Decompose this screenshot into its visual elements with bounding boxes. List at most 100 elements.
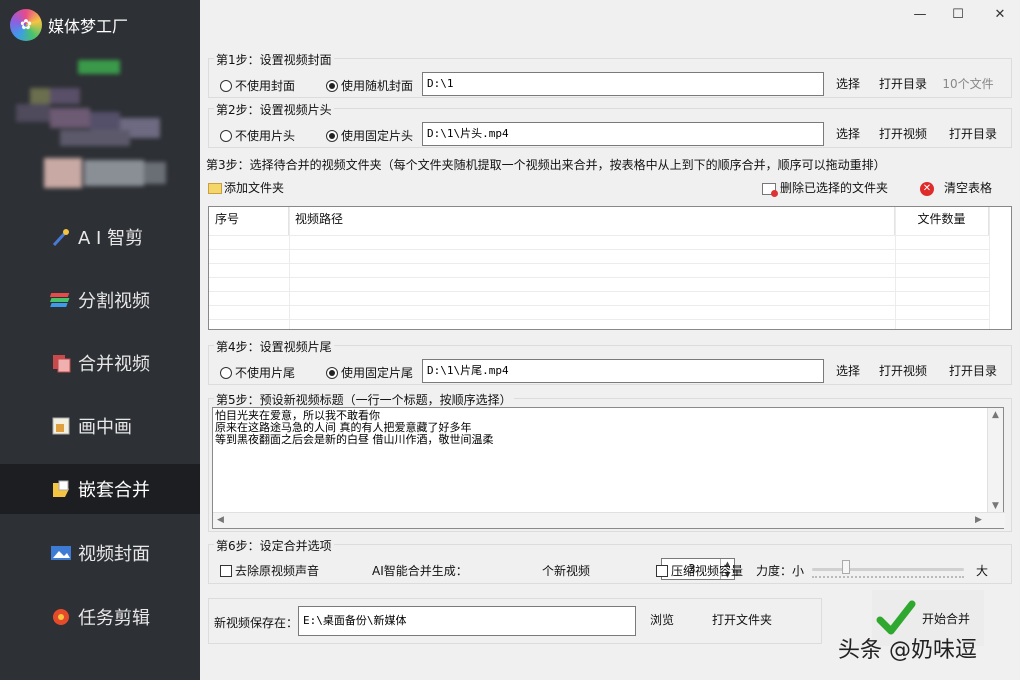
sidebar-item-label: A I 智剪 — [78, 228, 144, 249]
table-row[interactable] — [209, 291, 989, 292]
scroll-left-icon[interactable]: ◀ — [217, 515, 224, 525]
table-row[interactable] — [209, 249, 989, 250]
radio-label: 使用固定片头 — [341, 129, 414, 143]
slider-track — [812, 568, 964, 571]
intro-none-radio[interactable]: 不使用片头 — [220, 127, 295, 144]
scroll-down-icon[interactable]: ▼ — [992, 501, 999, 511]
start-merge-label: 开始合并 — [922, 611, 971, 626]
cover-select-button[interactable]: 选择 — [830, 72, 866, 96]
sidebar-item-ai-cut[interactable]: A I 智剪 — [0, 212, 200, 262]
checkbox-indicator — [220, 564, 232, 577]
strength-slider[interactable] — [812, 560, 964, 580]
ai-wand-icon — [50, 226, 72, 248]
column-header-path[interactable]: 视频路径 — [289, 207, 895, 235]
sidebar-item-pip[interactable]: 画中画 — [0, 401, 200, 451]
sidebar-item-label: 视频封面 — [78, 544, 150, 565]
cover-path-input[interactable]: D:\1 — [422, 72, 824, 96]
radio-label: 不使用封面 — [235, 79, 296, 93]
table-row[interactable] — [209, 305, 989, 306]
add-folder-button[interactable]: 添加文件夹 — [208, 176, 292, 200]
outro-open-dir-button[interactable]: 打开目录 — [944, 359, 1002, 383]
compress-checkbox[interactable]: 压缩视频容量 — [656, 562, 743, 579]
cover-open-dir-button[interactable]: 打开目录 — [874, 72, 932, 96]
minimize-button[interactable]: — — [905, 4, 935, 26]
column-divider — [289, 207, 290, 329]
strength-max-label: 大 — [976, 564, 989, 578]
step4-label: 第4步：设置视频片尾 — [214, 338, 334, 355]
cover-none-radio[interactable]: 不使用封面 — [220, 77, 295, 94]
video-cover-icon — [50, 542, 72, 564]
split-video-icon — [50, 289, 72, 311]
delete-selected-folder-button[interactable]: 删除已选择的文件夹 — [762, 176, 894, 200]
table-row[interactable] — [209, 319, 989, 320]
outro-path-input[interactable]: D:\1\片尾.mp4 — [422, 359, 824, 383]
open-folder-button[interactable]: 打开文件夹 — [704, 608, 780, 632]
radio-label: 使用固定片尾 — [341, 366, 414, 380]
close-button[interactable]: ✕ — [985, 4, 1015, 26]
main-panel: — ☐ ✕ 第1步：设置视频封面 不使用封面 使用随机封面 D:\1 选择 打开… — [200, 0, 1020, 680]
blurred-user-info — [0, 50, 200, 200]
clear-table-button[interactable]: ✕ 清空表格 — [920, 176, 1010, 200]
table-row[interactable] — [209, 235, 989, 236]
save-path-input[interactable]: E:\桌面备份\新媒体 — [298, 606, 636, 636]
outro-fixed-radio[interactable]: 使用固定片尾 — [326, 364, 413, 381]
cover-file-count: 10个文件 — [942, 77, 994, 91]
scroll-up-icon[interactable]: ▲ — [992, 410, 999, 420]
radio-indicator — [326, 79, 338, 92]
sidebar-item-label: 嵌套合并 — [78, 480, 150, 501]
sidebar-item-task-edit[interactable]: 任务剪辑 — [0, 592, 200, 642]
sidebar-item-merge-video[interactable]: 合并视频 — [0, 338, 200, 388]
maximize-button[interactable]: ☐ — [943, 4, 973, 26]
intro-path-input[interactable]: D:\1\片头.mp4 — [422, 122, 824, 146]
step6-label: 第6步：设定合并选项 — [214, 537, 334, 554]
delete-folder-icon — [762, 182, 778, 197]
watermark: 头条 @奶味逗 — [838, 638, 977, 663]
intro-select-button[interactable]: 选择 — [830, 122, 866, 146]
clear-icon: ✕ — [920, 181, 934, 196]
outro-none-radio[interactable]: 不使用片尾 — [220, 364, 295, 381]
outro-open-video-button[interactable]: 打开视频 — [874, 359, 932, 383]
sidebar-item-nested-merge[interactable]: 嵌套合并 — [0, 464, 200, 514]
sidebar-item-video-cover[interactable]: 视频封面 — [0, 528, 200, 578]
table-row[interactable] — [209, 263, 989, 264]
ai-unit-label: 个新视频 — [542, 564, 591, 578]
scroll-right-icon[interactable]: ▶ — [975, 515, 982, 525]
task-edit-icon — [50, 606, 72, 628]
checkbox-label: 去除原视频声音 — [235, 564, 320, 578]
step1-label: 第1步：设置视频封面 — [214, 51, 334, 68]
add-folder-label: 添加文件夹 — [224, 181, 285, 195]
sidebar: ✿ 媒体梦工厂 A I 智剪 分割视频 合并视频 画中画 嵌套合并 视频封面 任… — [0, 0, 200, 680]
sidebar-item-label: 合并视频 — [78, 354, 150, 375]
folder-table[interactable]: 序号 视频路径 文件数量 — [208, 206, 1012, 330]
sidebar-item-split-video[interactable]: 分割视频 — [0, 275, 200, 325]
app-title-bar: ✿ 媒体梦工厂 — [10, 8, 128, 42]
title-textarea[interactable]: 怕目光夹在爱意，所以我不敢看你 原来在这路途马急的人间 真的有人把爱意藏了好多年… — [212, 407, 1005, 529]
browse-button[interactable]: 浏览 — [642, 608, 682, 632]
column-divider — [895, 207, 896, 329]
slider-thumb[interactable] — [842, 560, 850, 574]
column-header-count[interactable]: 文件数量 — [895, 207, 989, 235]
table-row[interactable] — [209, 277, 989, 278]
merge-video-icon — [50, 352, 72, 374]
horizontal-scrollbar[interactable]: ◀ ▶ — [213, 512, 1005, 528]
intro-fixed-radio[interactable]: 使用固定片头 — [326, 127, 413, 144]
intro-open-dir-button[interactable]: 打开目录 — [944, 122, 1002, 146]
clear-table-label: 清空表格 — [944, 181, 993, 195]
radio-label: 不使用片头 — [235, 129, 296, 143]
radio-indicator — [326, 129, 338, 142]
delete-selected-label: 删除已选择的文件夹 — [780, 181, 889, 195]
remove-audio-checkbox[interactable]: 去除原视频声音 — [220, 562, 319, 579]
checkbox-label: 压缩视频容量 — [671, 564, 744, 578]
save-label: 新视频保存在： — [214, 616, 299, 630]
vertical-scrollbar[interactable]: ▲ ▼ — [987, 408, 1003, 513]
title-line: 等到黑夜翻面之后会是新的白昼 借山川作酒，敬世间温柔 — [215, 433, 494, 446]
radio-indicator — [326, 366, 338, 379]
intro-open-video-button[interactable]: 打开视频 — [874, 122, 932, 146]
radio-indicator — [220, 79, 232, 92]
outro-select-button[interactable]: 选择 — [830, 359, 866, 383]
radio-indicator — [220, 366, 232, 379]
column-header-index[interactable]: 序号 — [209, 207, 289, 235]
strength-label: 力度：小 — [756, 564, 805, 578]
cover-random-radio[interactable]: 使用随机封面 — [326, 77, 413, 94]
checkbox-indicator — [656, 564, 668, 577]
